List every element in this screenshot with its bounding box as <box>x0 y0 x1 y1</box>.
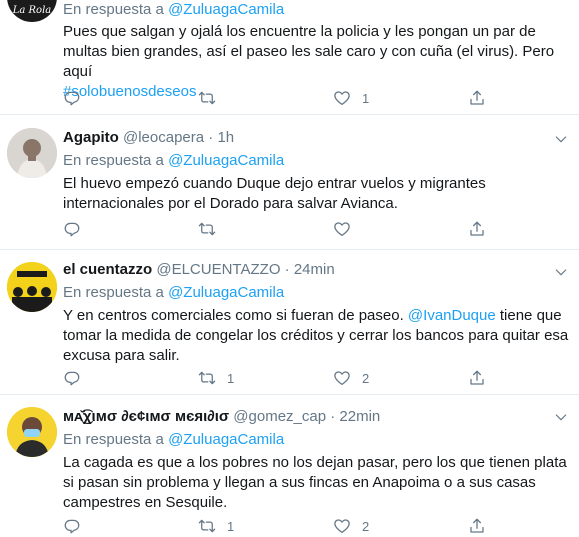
like-button[interactable]: 1 <box>333 87 369 109</box>
share-icon <box>468 369 486 387</box>
reply-to-link[interactable]: @ZuluagaCamila <box>168 1 284 18</box>
display-name[interactable]: Agapito <box>63 129 119 146</box>
mention-link[interactable]: @IvanDuque <box>408 307 496 324</box>
share-button[interactable] <box>468 87 486 109</box>
reply-button[interactable] <box>63 367 92 389</box>
like-icon <box>333 89 351 107</box>
tweet[interactable]: La Rola En respuesta a @ZuluagaCamila Pu… <box>0 0 579 115</box>
share-button[interactable] <box>468 218 486 240</box>
share-button[interactable] <box>468 367 486 389</box>
tweet-header: Agapito @leocapera · 1h <box>63 129 235 146</box>
reply-button[interactable] <box>63 218 92 240</box>
share-icon <box>468 517 486 535</box>
like-icon <box>333 369 351 387</box>
reply-icon <box>63 369 81 387</box>
reply-button[interactable] <box>63 515 92 537</box>
retweet-icon <box>198 369 216 387</box>
tweet-header: el cuentazzo @ELCUENTAZZO · 24min <box>63 261 335 278</box>
timestamp[interactable]: 24min <box>294 261 335 278</box>
reply-to-link[interactable]: @ZuluagaCamila <box>168 431 284 448</box>
retweet-button[interactable]: 1 <box>198 367 234 389</box>
display-name[interactable]: el cuentazzo <box>63 261 152 278</box>
reply-to-link[interactable]: @ZuluagaCamila <box>168 284 284 301</box>
avatar-photo <box>7 407 57 457</box>
reply-to-link[interactable]: @ZuluagaCamila <box>168 152 284 169</box>
like-button[interactable]: 2 <box>333 515 369 537</box>
timestamp[interactable]: 22min <box>339 408 380 425</box>
like-icon <box>333 220 351 238</box>
avatar-photo <box>7 128 57 178</box>
like-button[interactable] <box>333 218 362 240</box>
user-handle[interactable]: @gomez_cap <box>233 408 326 425</box>
share-icon <box>468 220 486 238</box>
share-icon <box>468 89 486 107</box>
retweet-button[interactable] <box>198 87 227 109</box>
reply-icon <box>63 89 81 107</box>
tweet[interactable]: Agapito @leocapera · 1h En respuesta a @… <box>0 115 579 250</box>
avatar[interactable] <box>7 128 57 178</box>
tweet-text: La cagada es que a los pobres no los dej… <box>63 454 567 511</box>
retweet-icon <box>198 517 216 535</box>
retweet-icon <box>198 220 216 238</box>
reply-icon <box>63 517 81 535</box>
share-button[interactable] <box>468 515 486 537</box>
retweet-button[interactable] <box>198 218 227 240</box>
tweet-text: El huevo empezó cuando Duque dejo entrar… <box>63 175 486 212</box>
reply-icon <box>63 220 81 238</box>
avatar[interactable] <box>7 262 57 312</box>
like-icon <box>333 517 351 535</box>
reply-context: En respuesta a @ZuluagaCamila <box>63 431 285 448</box>
user-handle[interactable]: @ELCUENTAZZO <box>156 261 280 278</box>
reply-context: En respuesta a @ZuluagaCamila <box>63 284 285 301</box>
tweet[interactable]: ᴍᴀ̆͜͡χιмσ ∂є¢ιмσ мєяι∂ισ @gomez_cap · 22… <box>0 395 579 532</box>
retweet-icon <box>198 89 216 107</box>
tweet-text: Y en centros comerciales como si fueran … <box>63 307 569 364</box>
avatar-photo <box>7 262 57 312</box>
timestamp[interactable]: 1h <box>217 129 234 146</box>
user-handle[interactable]: @leocapera <box>123 129 204 146</box>
tweet-header: ᴍᴀ̆͜͡χιмσ ∂є¢ιмσ мєяι∂ισ @gomez_cap · 22… <box>63 408 381 425</box>
tweet[interactable]: el cuentazzo @ELCUENTAZZO · 24min En res… <box>0 250 579 395</box>
avatar[interactable]: La Rola <box>7 0 57 22</box>
reply-button[interactable] <box>63 87 92 109</box>
retweet-button[interactable]: 1 <box>198 515 234 537</box>
like-button[interactable]: 2 <box>333 367 369 389</box>
reply-context: En respuesta a @ZuluagaCamila <box>63 152 285 169</box>
reply-context: En respuesta a @ZuluagaCamila <box>63 1 285 18</box>
avatar[interactable] <box>7 407 57 457</box>
display-name[interactable]: ᴍᴀ̆͜͡χιмσ ∂є¢ιмσ мєяι∂ισ <box>63 408 229 425</box>
avatar-logo-text: La Rola <box>12 5 52 16</box>
